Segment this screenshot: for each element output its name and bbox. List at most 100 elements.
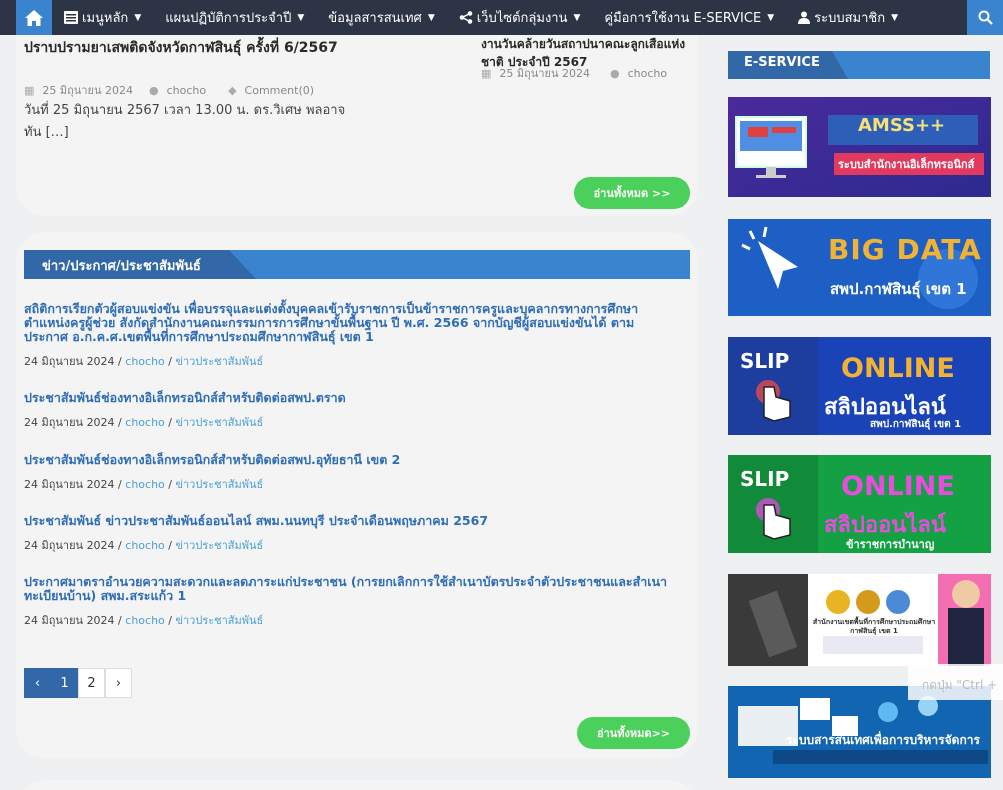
nav-label: เมนูหลัก <box>82 11 129 26</box>
nav-label: คู่มือการใช้งาน E-SERVICE <box>604 11 762 26</box>
bigdata-banner[interactable]: BIG DATA สพป.กาฬสินธุ์ เขต 1 <box>728 219 991 316</box>
comment-icon: ◆ <box>228 83 237 97</box>
news-item-title[interactable]: ประชาสัมพันธ์ ข่าวประชาสัมพันธ์ออนไลน์ ส… <box>24 514 669 528</box>
list-item: ประกาศมาตราอำนวยความสะดวกและลดภาระแก่ประ… <box>24 575 669 629</box>
home-button[interactable] <box>16 0 52 35</box>
news-item-category[interactable]: ข่าวประชาสัมพันธ์ <box>175 355 263 368</box>
amss-subtitle: ระบบสำนักงานอิเล็กทรอนิกส์ <box>838 158 975 171</box>
chevron-down-icon: ▼ <box>767 12 775 23</box>
news-excerpt: วันที่ 25 มิถุนายน 2567 เวลา 13.00 น. ดร… <box>24 103 346 140</box>
news-item-author[interactable]: chocho <box>125 355 165 368</box>
chevron-down-icon: ▼ <box>573 12 581 23</box>
news-date: 25 มิถุนายน 2024 <box>42 84 133 97</box>
news-item-category[interactable]: ข่าวประชาสัมพันธ์ <box>175 416 263 429</box>
slip-label: SLIP <box>740 349 790 373</box>
bigdata-subtitle: สพป.กาฬสินธุ์ เขต 1 <box>830 280 967 298</box>
news-comments[interactable]: Comment(0) <box>245 84 314 97</box>
slip-online-label: ONLINE <box>841 471 955 502</box>
nav-label: ระบบสมาชิก <box>814 11 886 26</box>
slip-online-banner[interactable]: SLIP ONLINE สลิปออนไลน์ สพป.กาฬสินธุ์ เข… <box>728 337 991 435</box>
search-button[interactable] <box>967 0 1003 35</box>
nav-members[interactable]: ระบบสมาชิก ▼ <box>786 0 910 35</box>
news-item-title[interactable]: ประชาสัมพันธ์ช่องทางอิเล็กทรอนิกส์สำหรับ… <box>24 391 669 405</box>
chevron-down-icon: ▼ <box>134 12 142 23</box>
news-item-meta: 24 มิถุนายน 2024 / chocho / ข่าวประชาสัม… <box>24 416 264 429</box>
news-item-title[interactable]: ประชาสัมพันธ์ช่องทางอิเล็กทรอนิกส์สำหรับ… <box>24 453 669 467</box>
home-icon <box>25 9 43 26</box>
nav-group-sites[interactable]: เว็บไซต์กลุ่มงาน ▼ <box>447 0 593 35</box>
eservice-title: E-SERVICE <box>728 51 848 79</box>
bigdata-title: BIG DATA <box>828 233 982 266</box>
slip-online-label: ONLINE <box>841 353 955 384</box>
nav-label: เว็บไซต์กลุ่มงาน <box>476 11 568 26</box>
pagination-page-1[interactable]: 1 <box>51 668 78 698</box>
user-icon <box>798 11 811 24</box>
slip-label: SLIP <box>740 467 790 491</box>
news-item-author[interactable]: chocho <box>125 478 165 491</box>
slip-pension-banner[interactable]: SLIP ONLINE สลิปออนไลน์ ข้าราชการบำนาญ <box>728 455 991 553</box>
calendar-icon: ▦ <box>24 83 35 97</box>
chevron-down-icon: ▼ <box>891 12 898 23</box>
share-icon <box>459 11 473 24</box>
pagination-next[interactable]: › <box>105 668 132 698</box>
news-item-date: 24 มิถุนายน 2024 <box>24 539 115 552</box>
news-item-author[interactable]: chocho <box>125 539 165 552</box>
list-item: ประชาสัมพันธ์ช่องทางอิเล็กทรอนิกส์สำหรับ… <box>24 453 669 493</box>
chevron-down-icon: ▼ <box>297 12 305 23</box>
news-item-date: 24 มิถุนายน 2024 <box>24 355 115 368</box>
news-item-category[interactable]: ข่าวประชาสัมพันธ์ <box>175 539 263 552</box>
slip-subtitle: ข้าราชการบำนาญ <box>846 538 935 551</box>
section-title: ข่าว/ประกาศ/ประชาสัมพันธ์ <box>24 250 256 279</box>
pagination-prev[interactable]: ‹ <box>24 668 51 698</box>
amss-banner-art <box>728 97 991 197</box>
eservice-header: E-SERVICE <box>728 51 990 79</box>
office-text: สำนักงานเขตพื้นที่การศึกษาประถมศึกษากาฬส… <box>812 618 936 635</box>
read-all-button[interactable]: อ่านทั้งหมด >> <box>574 177 690 209</box>
news-item-meta: 24 มิถุนายน 2024 / chocho / ข่าวประชาสัม… <box>24 614 264 627</box>
user-icon: ● <box>148 83 159 97</box>
calendar-icon: ▦ <box>481 66 492 80</box>
list-icon <box>64 11 78 24</box>
news-item-author[interactable]: chocho <box>125 416 165 429</box>
zoom-hint-overlay: กดปุ่ม "Ctrl + <box>908 664 1003 700</box>
list-item: ประชาสัมพันธ์ ข่าวประชาสัมพันธ์ออนไลน์ ส… <box>24 514 669 554</box>
news-item-author[interactable]: chocho <box>125 614 165 627</box>
read-all-news-button[interactable]: อ่านทั้งหมด>> <box>577 717 690 749</box>
news-meta-right: ▦ 25 มิถุนายน 2024 ● chocho <box>481 64 667 82</box>
news-item-category[interactable]: ข่าวประชาสัมพันธ์ <box>175 478 263 491</box>
top-navbar: เมนูหลัก ▼ แผนปฏิบัติการประจำปี ▼ ข้อมูลสา… <box>0 0 1003 35</box>
nav-action-plan[interactable]: แผนปฏิบัติการประจำปี ▼ <box>153 0 316 35</box>
news-item-title[interactable]: สถิติการเรียกตัวผู้สอบแข่งขัน เพื่อบรรจุ… <box>24 302 669 344</box>
nav-eservice-manual[interactable]: คู่มือการใช้งาน E-SERVICE ▼ <box>592 0 786 35</box>
nav-info[interactable]: ข้อมูลสารสนเทศ ▼ <box>316 0 446 35</box>
office-banner[interactable]: สำนักงานเขตพื้นที่การศึกษาประถมศึกษากาฬส… <box>728 574 991 666</box>
news-item-date: 24 มิถุนายน 2024 <box>24 478 115 491</box>
person-photo <box>952 580 980 608</box>
search-icon <box>978 10 993 25</box>
news-item-meta: 24 มิถุนายน 2024 / chocho / ข่าวประชาสัม… <box>24 478 264 491</box>
news-date: 25 มิถุนายน 2024 <box>499 67 590 80</box>
slip-subtitle: สพป.กาฬสินธุ์ เขต 1 <box>870 419 962 430</box>
next-card <box>16 780 698 790</box>
list-item: ประชาสัมพันธ์ช่องทางอิเล็กทรอนิกส์สำหรับ… <box>24 391 669 431</box>
section-header: ข่าว/ประกาศ/ประชาสัมพันธ์ <box>24 250 690 279</box>
info-title: ระบบสารสนเทศเพื่อการบริหารจัดการ <box>786 733 980 747</box>
amss-banner[interactable]: AMSS++ ระบบสำนักงานอิเล็กทรอนิกส์ <box>728 97 991 197</box>
nav-label: ข้อมูลสารสนเทศ <box>328 11 422 26</box>
news-title-left[interactable]: ปราบปรามยาเสพติดจังหวัดกาฬสินธุ์ ครั้งที… <box>24 38 344 58</box>
news-author[interactable]: chocho <box>167 84 207 97</box>
nav-main-menu[interactable]: เมนูหลัก ▼ <box>52 0 153 35</box>
chevron-down-icon: ▼ <box>427 12 435 23</box>
news-item-date: 24 มิถุนายน 2024 <box>24 416 115 429</box>
list-item: สถิติการเรียกตัวผู้สอบแข่งขัน เพื่อบรรจุ… <box>24 302 669 370</box>
news-item-title[interactable]: ประกาศมาตราอำนวยความสะดวกและลดภาระแก่ประ… <box>24 575 669 603</box>
news-meta-left: ▦ 25 มิถุนายน 2024 ● chocho ◆ Comment(0) <box>24 81 314 99</box>
news-author[interactable]: chocho <box>628 67 668 80</box>
nav-label: แผนปฏิบัติการประจำปี <box>165 11 292 26</box>
pagination: ‹ 1 2 › <box>24 668 132 698</box>
news-item-meta: 24 มิถุนายน 2024 / chocho / ข่าวประชาสัม… <box>24 355 264 368</box>
user-icon: ● <box>609 66 620 80</box>
news-item-meta: 24 มิถุนายน 2024 / chocho / ข่าวประชาสัม… <box>24 539 264 552</box>
pagination-page-2[interactable]: 2 <box>78 668 105 698</box>
news-item-category[interactable]: ข่าวประชาสัมพันธ์ <box>175 614 263 627</box>
